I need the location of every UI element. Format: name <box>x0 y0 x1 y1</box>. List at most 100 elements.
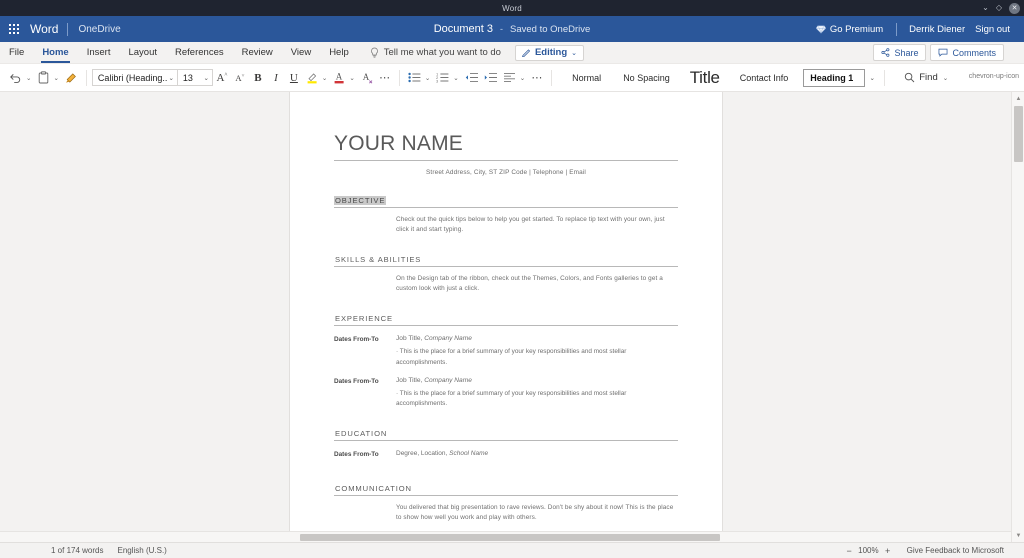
bold-button[interactable]: B <box>249 67 267 89</box>
style-selector-dropdown-icon[interactable]: ⌄ <box>865 69 879 87</box>
numbering-dropdown-icon[interactable]: ⌄ <box>452 74 461 82</box>
document-page[interactable]: YOUR NAME Street Address, City, ST ZIP C… <box>289 92 723 542</box>
increase-indent-button[interactable] <box>481 67 500 89</box>
bulleted-list-button[interactable] <box>405 67 424 89</box>
tab-help[interactable]: Help <box>320 42 358 64</box>
underline-icon: U <box>289 71 298 84</box>
education-entry[interactable]: Dates From-To Degree, Location, School N… <box>334 450 678 458</box>
tab-insert[interactable]: Insert <box>78 42 120 64</box>
vertical-scroll-thumb[interactable] <box>1014 106 1023 162</box>
horizontal-scroll-thumb[interactable] <box>300 534 720 541</box>
restore-icon[interactable]: ◇ <box>996 4 1002 12</box>
font-more-options-button[interactable]: ⋯ <box>376 67 394 89</box>
tab-view[interactable]: View <box>282 42 320 64</box>
body-text: You delivered that big presentation to r… <box>396 503 674 521</box>
paste-dropdown-icon[interactable]: ⌄ <box>52 74 61 82</box>
align-button[interactable] <box>500 67 519 89</box>
section-heading-text: SKILLS & ABILITIES <box>335 255 422 265</box>
save-status-label[interactable]: Saved to OneDrive <box>510 24 590 35</box>
communication-body[interactable]: You delivered that big presentation to r… <box>396 503 678 523</box>
experience-entry[interactable]: Dates From-To Job Title, Company Name · … <box>334 335 678 367</box>
section-heading-skills[interactable]: SKILLS & ABILITIES <box>334 255 678 268</box>
highlight-dropdown-icon[interactable]: ⌄ <box>321 74 330 82</box>
decrease-indent-button[interactable] <box>462 67 481 89</box>
font-color-dropdown-icon[interactable]: ⌄ <box>348 74 357 82</box>
vertical-scrollbar[interactable]: ▲ ▼ <box>1011 92 1024 542</box>
give-feedback-link[interactable]: Give Feedback to Microsoft <box>900 546 1018 555</box>
app-launcher-icon[interactable] <box>0 16 28 42</box>
section-heading-communication[interactable]: COMMUNICATION <box>334 484 678 496</box>
zoom-in-button[interactable]: + <box>884 546 892 556</box>
style-title[interactable]: Title <box>681 67 729 89</box>
school-name-text: School Name <box>449 449 489 457</box>
close-icon[interactable]: ✕ <box>1009 2 1020 14</box>
editing-mode-button[interactable]: Editing ⌄ <box>514 44 585 61</box>
format-painter-icon <box>65 73 76 83</box>
tab-label: View <box>290 47 312 58</box>
storage-location-label[interactable]: OneDrive <box>68 24 120 35</box>
style-selector-combobox[interactable]: Heading 1 <box>803 68 866 87</box>
section-heading-experience[interactable]: EXPERIENCE <box>334 314 678 327</box>
font-color-button[interactable]: A <box>330 67 348 89</box>
word-count-status[interactable]: 1 of 174 words <box>44 546 110 555</box>
objective-body[interactable]: Check out the quick tips below to help y… <box>396 215 678 235</box>
tab-home[interactable]: Home <box>33 42 77 64</box>
tell-me-search[interactable]: Tell me what you want to do <box>370 47 501 58</box>
scroll-up-icon[interactable]: ▲ <box>1012 92 1024 105</box>
style-normal[interactable]: Normal <box>561 67 612 89</box>
minimize-icon[interactable]: ⌄ <box>982 4 989 12</box>
contact-info-line[interactable]: Street Address, City, ST ZIP Code | Tele… <box>334 169 678 176</box>
grow-font-button[interactable]: A^ <box>213 67 231 89</box>
undo-dropdown-icon[interactable]: ⌄ <box>25 74 34 82</box>
italic-button[interactable]: I <box>267 67 285 89</box>
document-name[interactable]: Document 3 <box>434 23 493 35</box>
language-status[interactable]: English (U.S.) <box>110 546 173 555</box>
experience-entry[interactable]: Dates From-To Job Title, Company Name · … <box>334 377 678 409</box>
shrink-font-button[interactable]: A˅ <box>231 67 249 89</box>
font-size-combobox[interactable]: 13 ⌄ <box>176 69 213 86</box>
section-heading-text: EDUCATION <box>335 428 388 438</box>
share-button[interactable]: Share <box>873 44 927 61</box>
zoom-out-button[interactable]: − <box>845 546 853 556</box>
horizontal-scrollbar[interactable] <box>0 531 1011 542</box>
document-name-heading[interactable]: YOUR NAME <box>334 132 678 161</box>
align-dropdown-icon[interactable]: ⌄ <box>519 74 528 82</box>
section-heading-education[interactable]: EDUCATION <box>334 429 678 441</box>
clear-formatting-button[interactable]: A <box>358 67 376 89</box>
job-title-text: Job Title, <box>396 335 425 343</box>
tab-layout[interactable]: Layout <box>119 42 166 64</box>
zoom-control: − 100% + <box>845 546 899 556</box>
highlight-color-button[interactable] <box>303 67 321 89</box>
tab-file[interactable]: File <box>0 42 33 64</box>
document-canvas[interactable]: YOUR NAME Street Address, City, ST ZIP C… <box>0 92 1024 542</box>
bullets-dropdown-icon[interactable]: ⌄ <box>424 74 433 82</box>
app-brand-label[interactable]: Word <box>28 22 67 36</box>
skills-body[interactable]: On the Design tab of the ribbon, check o… <box>396 274 678 294</box>
format-painter-button[interactable] <box>62 67 81 89</box>
style-contact-info[interactable]: Contact Info <box>729 67 800 89</box>
font-name-combobox[interactable]: Calibri (Heading... ⌄ <box>91 69 178 86</box>
undo-button[interactable] <box>6 67 25 89</box>
tab-review[interactable]: Review <box>233 42 282 64</box>
scroll-down-icon[interactable]: ▼ <box>1012 529 1024 542</box>
numbered-list-button[interactable]: 1 2 3 <box>433 67 452 89</box>
tab-references[interactable]: References <box>166 42 233 64</box>
paragraph-more-options-button[interactable]: ⋯ <box>528 67 546 89</box>
user-name-label[interactable]: Derrik Diener <box>901 24 973 35</box>
paste-button[interactable] <box>34 67 52 89</box>
entry-dates: Dates From-To <box>334 336 379 344</box>
more-options-icon: ⋯ <box>379 72 391 84</box>
style-no-spacing[interactable]: No Spacing <box>612 67 681 89</box>
zoom-level-label[interactable]: 100% <box>858 546 878 555</box>
entry-job-title: Job Title, Company Name <box>396 377 678 384</box>
sign-out-link[interactable]: Sign out <box>973 24 1016 35</box>
app-header: Word OneDrive Document 3 - Saved to OneD… <box>0 16 1024 42</box>
find-button[interactable]: Find ⌄ <box>900 67 955 89</box>
go-premium-button[interactable]: Go Premium <box>807 24 892 35</box>
comments-button[interactable]: Comments <box>930 44 1004 61</box>
ribbon-collapse-icon[interactable]: chevron-up-icon <box>969 73 1019 80</box>
section-heading-objective[interactable]: OBJECTIVE <box>334 196 678 208</box>
company-name-text: Company Name <box>424 376 472 384</box>
underline-button[interactable]: U <box>285 67 303 89</box>
shrink-font-icon: A˅ <box>235 72 245 83</box>
